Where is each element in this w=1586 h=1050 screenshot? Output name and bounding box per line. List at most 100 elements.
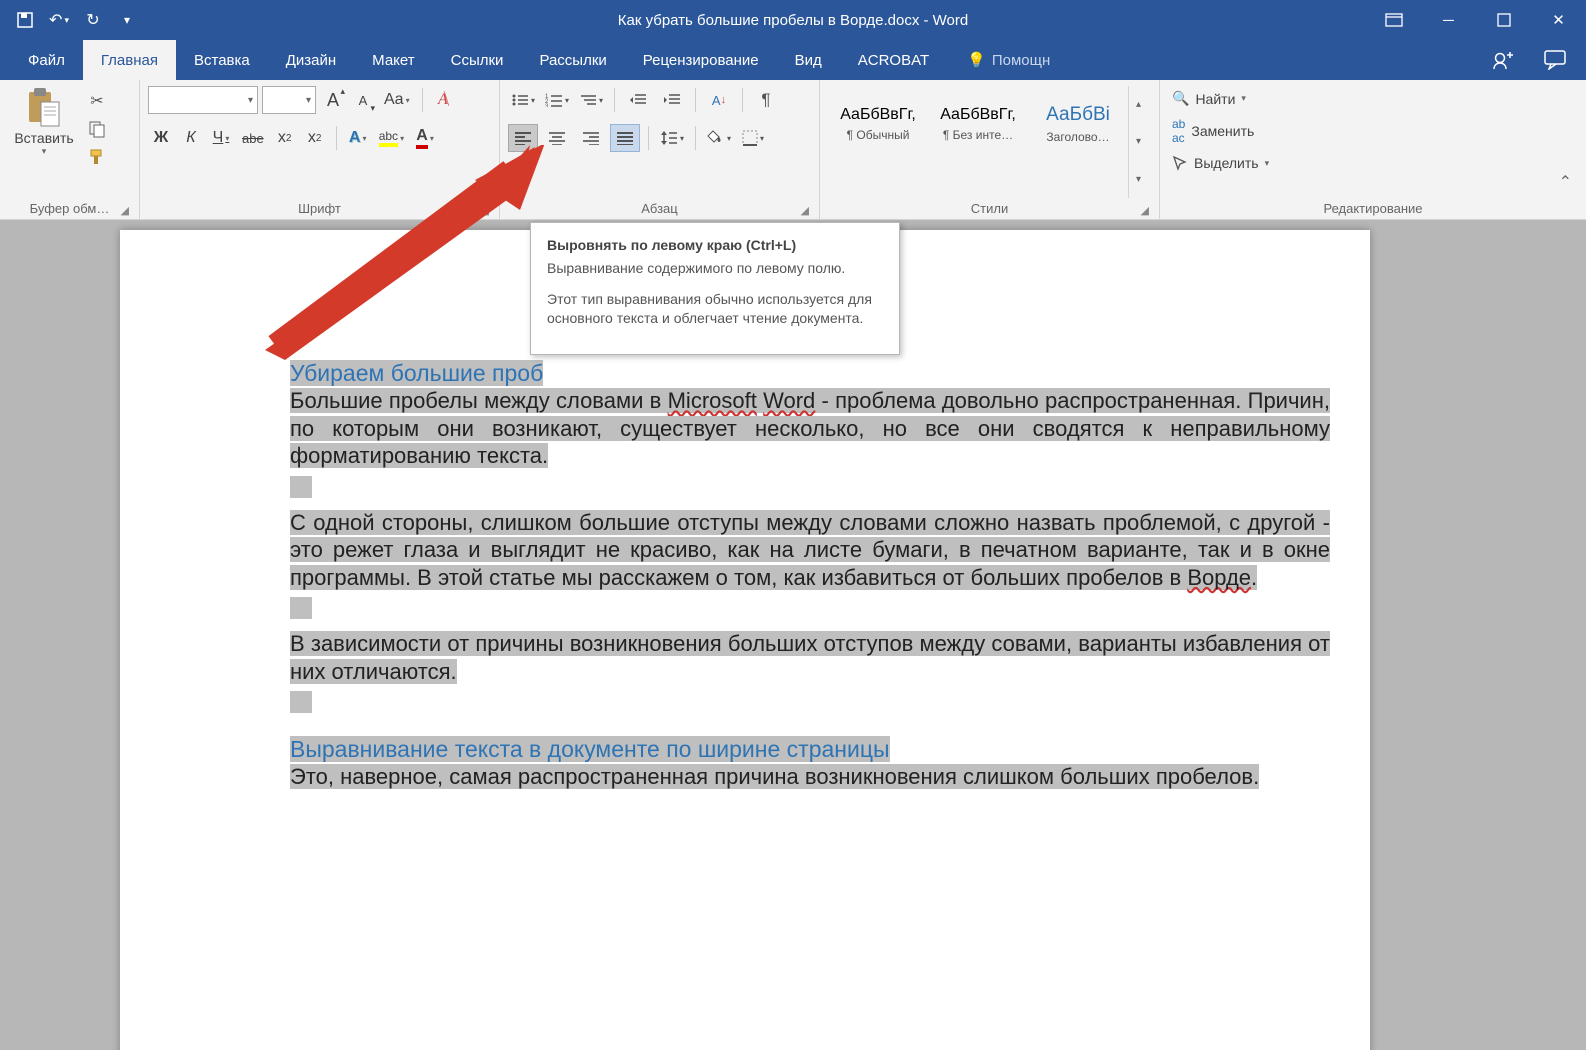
doc-paragraph-3[interactable]: В зависимости от причины возникновения б… [290, 630, 1330, 685]
tab-file[interactable]: Файл [10, 40, 83, 80]
doc-heading-1[interactable]: Убираем большие проб [290, 360, 543, 386]
change-case-button[interactable]: Aa▾ [380, 86, 414, 114]
quick-access-toolbar: ↶▾ ↻ ▾ [0, 5, 152, 35]
tab-insert[interactable]: Вставка [176, 40, 268, 80]
tab-home[interactable]: Главная [83, 40, 176, 80]
styles-scroll-down-icon[interactable]: ▾ [1129, 123, 1148, 160]
style-normal[interactable]: АаБбВвГг, ¶ Обычный [828, 86, 928, 162]
highlight-button[interactable]: abc▾ [375, 124, 408, 152]
tab-references[interactable]: Ссылки [433, 40, 522, 80]
doc-heading-2[interactable]: Выравнивание текста в документе по ширин… [290, 736, 890, 762]
ribbon: Вставить ▾ ✂ Буфер обм… ◢ ▾ ▾ A▴ [0, 80, 1586, 220]
select-button[interactable]: Выделить ▾ [1168, 153, 1273, 173]
find-icon: 🔍 [1172, 90, 1189, 107]
ribbon-display-icon[interactable] [1366, 0, 1421, 40]
qat-customize-icon[interactable]: ▾ [112, 5, 142, 35]
justify-button[interactable] [610, 124, 640, 152]
tab-layout[interactable]: Макет [354, 40, 432, 80]
clipboard-group-label: Буфер обм… [30, 201, 110, 216]
tab-mailings[interactable]: Рассылки [521, 40, 624, 80]
underline-button[interactable]: Ч▾ [208, 124, 234, 152]
doc-paragraph-1[interactable]: Большие пробелы между словами в Microsof… [290, 387, 1330, 470]
tab-design[interactable]: Дизайн [268, 40, 354, 80]
strikethrough-button[interactable]: abe [238, 124, 268, 152]
superscript-button[interactable]: x2 [302, 124, 328, 152]
shrink-font-button[interactable]: A▾ [350, 86, 376, 114]
multilevel-list-button[interactable]: ▾ [576, 86, 606, 114]
save-icon[interactable] [10, 5, 40, 35]
font-name-combo[interactable]: ▾ [148, 86, 258, 114]
subscript-button[interactable]: x2 [272, 124, 298, 152]
align-right-button[interactable] [576, 124, 606, 152]
group-styles: АаБбВвГг, ¶ Обычный АаБбВвГг, ¶ Без инте… [820, 80, 1160, 219]
tooltip-line-2: Этот тип выравнивания обычно используетс… [547, 290, 883, 328]
paragraph-launcher-icon[interactable]: ◢ [801, 204, 809, 217]
align-left-button[interactable] [508, 124, 538, 152]
close-icon[interactable]: ✕ [1531, 0, 1586, 40]
tab-view[interactable]: Вид [777, 40, 840, 80]
window-title: Как убрать большие пробелы в Ворде.docx … [618, 12, 968, 29]
doc-paragraph-4[interactable]: Это, наверное, самая распространенная пр… [290, 763, 1330, 791]
copy-icon[interactable] [86, 118, 108, 140]
styles-group-label: Стили [971, 201, 1008, 216]
borders-button[interactable]: ▾ [738, 124, 768, 152]
clear-formatting-button[interactable]: A⧹ [431, 86, 457, 114]
minimize-icon[interactable]: ─ [1421, 0, 1476, 40]
doc-blank-2[interactable] [290, 597, 312, 619]
sort-button[interactable]: A↓ [704, 86, 734, 114]
bullets-button[interactable]: ▾ [508, 86, 538, 114]
decrease-indent-button[interactable] [623, 86, 653, 114]
paste-dropdown-icon[interactable]: ▾ [42, 146, 47, 157]
replace-icon: abac [1172, 117, 1185, 145]
doc-paragraph-2[interactable]: С одной стороны, слишком большие отступы… [290, 509, 1330, 592]
increase-indent-button[interactable] [657, 86, 687, 114]
comments-icon[interactable] [1544, 50, 1566, 70]
styles-gallery-scroll[interactable]: ▴ ▾ ▾ [1128, 86, 1148, 198]
style-heading1[interactable]: АаБбВі Заголово… [1028, 86, 1128, 162]
bold-button[interactable]: Ж [148, 124, 174, 152]
font-launcher-icon[interactable]: ◢ [481, 204, 489, 217]
collapse-ribbon-icon[interactable]: ⌃ [1553, 166, 1578, 198]
svg-text:3: 3 [545, 104, 549, 107]
show-marks-button[interactable]: ¶ [751, 86, 781, 114]
text-effects-button[interactable]: A▾ [345, 124, 371, 152]
tooltip-line-1: Выравнивание содержимого по левому полю. [547, 259, 883, 278]
styles-expand-icon[interactable]: ▾ [1129, 161, 1148, 198]
window-controls: ─ ✕ [1366, 0, 1586, 40]
align-center-button[interactable] [542, 124, 572, 152]
undo-icon[interactable]: ↶▾ [44, 5, 74, 35]
paste-icon[interactable] [25, 86, 63, 128]
styles-launcher-icon[interactable]: ◢ [1141, 204, 1149, 217]
line-spacing-button[interactable]: ▾ [657, 124, 687, 152]
tab-acrobat[interactable]: ACROBAT [840, 40, 947, 80]
shading-button[interactable]: ▾ [704, 124, 734, 152]
group-paragraph: ▾ 123▾ ▾ A↓ ¶ ▾ [500, 80, 820, 219]
style-no-spacing[interactable]: АаБбВвГг, ¶ Без инте… [928, 86, 1028, 162]
doc-blank-1[interactable] [290, 476, 312, 498]
font-size-combo[interactable]: ▾ [262, 86, 316, 114]
doc-blank-3[interactable] [290, 691, 312, 713]
numbering-button[interactable]: 123▾ [542, 86, 572, 114]
replace-button[interactable]: abac Заменить [1168, 115, 1273, 147]
ribbon-tabs: Файл Главная Вставка Дизайн Макет Ссылки… [0, 40, 1586, 80]
grow-font-button[interactable]: A▴ [320, 86, 346, 114]
tab-review[interactable]: Рецензирование [625, 40, 777, 80]
maximize-icon[interactable] [1476, 0, 1531, 40]
tell-me[interactable]: 💡 Помощн [967, 40, 1050, 80]
share-icon[interactable] [1492, 49, 1514, 71]
select-icon [1172, 155, 1188, 171]
redo-icon[interactable]: ↻ [78, 5, 108, 35]
paste-label[interactable]: Вставить [14, 130, 73, 146]
group-clipboard: Вставить ▾ ✂ Буфер обм… ◢ [0, 80, 140, 219]
format-painter-icon[interactable] [86, 146, 108, 168]
cut-icon[interactable]: ✂ [86, 90, 108, 112]
font-color-button[interactable]: A▾ [412, 124, 438, 152]
styles-scroll-up-icon[interactable]: ▴ [1129, 86, 1148, 123]
lightbulb-icon: 💡 [967, 51, 986, 69]
editing-group-label: Редактирование [1323, 201, 1422, 216]
group-font: ▾ ▾ A▴ A▾ Aa▾ A⧹ Ж К Ч▾ abe x2 x2 A▾ [140, 80, 500, 219]
paragraph-group-label: Абзац [641, 201, 677, 216]
italic-button[interactable]: К [178, 124, 204, 152]
find-button[interactable]: 🔍 Найти ▾ [1168, 88, 1273, 109]
clipboard-launcher-icon[interactable]: ◢ [121, 204, 129, 217]
